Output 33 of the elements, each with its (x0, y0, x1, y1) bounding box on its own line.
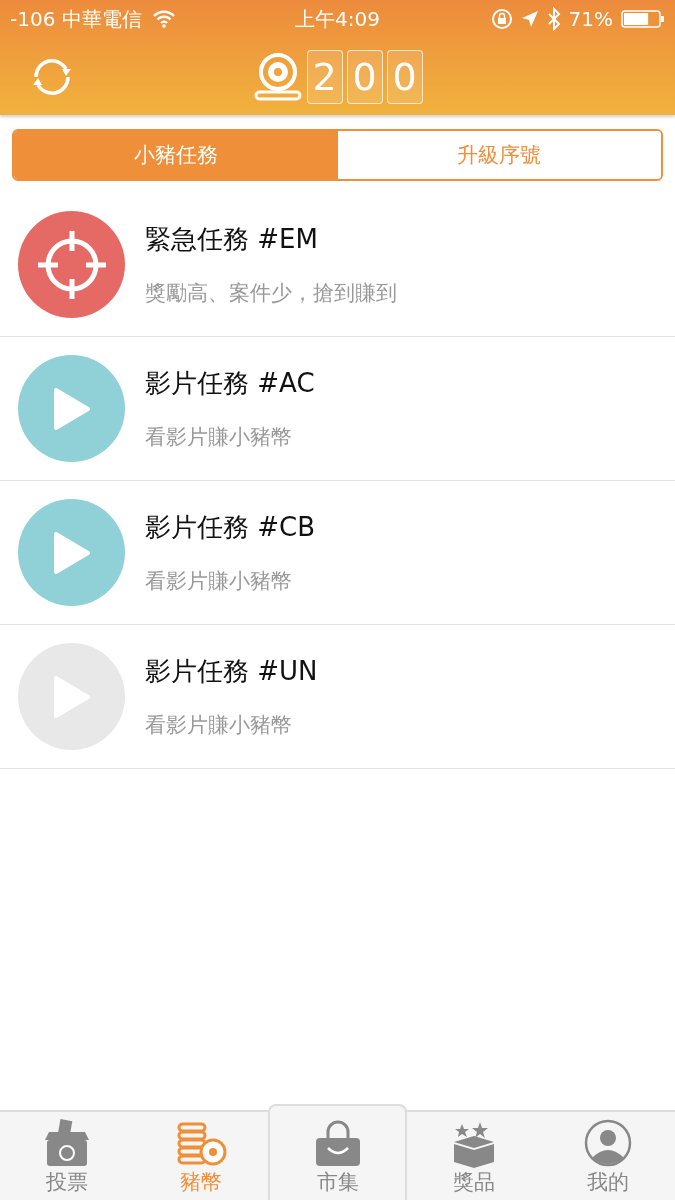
segment-tab[interactable]: 小豬任務 (14, 131, 338, 179)
counter-digit: 2 (306, 49, 343, 104)
location-arrow-icon (520, 10, 539, 28)
nav-tab[interactable]: 獎品 (406, 1112, 541, 1200)
mission-subtitle: 看影片賺小豬幣 (145, 424, 293, 451)
battery-percent: 71% (568, 7, 613, 31)
play-icon (51, 385, 92, 432)
nav-tab[interactable]: 投票 (0, 1112, 135, 1200)
battery-icon (621, 9, 665, 29)
mission-row[interactable]: 影片任務 #AC 看影片賺小豬幣 (0, 337, 675, 481)
mission-title: 影片任務 #CB (145, 511, 316, 544)
mission-row[interactable]: 影片任務 #CB 看影片賺小豬幣 (0, 481, 675, 625)
crosshair-icon (35, 228, 108, 301)
nav-tab[interactable]: 豬幣 (134, 1112, 269, 1200)
nav-tab[interactable]: 市集 (268, 1104, 407, 1200)
coin-icon (252, 51, 303, 102)
mission-subtitle: 獎勵高、案件少，搶到賺到 (145, 280, 397, 307)
clock-text: 上午4:09 (295, 5, 380, 33)
counter-digit: 0 (346, 49, 383, 104)
mission-title: 緊急任務 #EM (145, 223, 319, 256)
mission-row[interactable]: 影片任務 #UN 看影片賺小豬幣 (0, 625, 675, 769)
counter-digit: 0 (386, 49, 423, 104)
nav-tab[interactable]: 我的 (540, 1112, 675, 1200)
mission-subtitle: 看影片賺小豬幣 (145, 568, 293, 595)
mission-title: 影片任務 #AC (145, 367, 315, 400)
mission-subtitle: 看影片賺小豬幣 (145, 712, 293, 739)
play-icon (51, 529, 92, 576)
carrier-text: -106 中華電信 (10, 5, 142, 33)
wifi-icon (151, 10, 176, 28)
bluetooth-icon (546, 7, 561, 31)
mission-title: 影片任務 #UN (145, 655, 318, 688)
mission-row[interactable]: 緊急任務 #EM 獎勵高、案件少，搶到賺到 (0, 193, 675, 337)
rotation-lock-icon (490, 8, 513, 30)
